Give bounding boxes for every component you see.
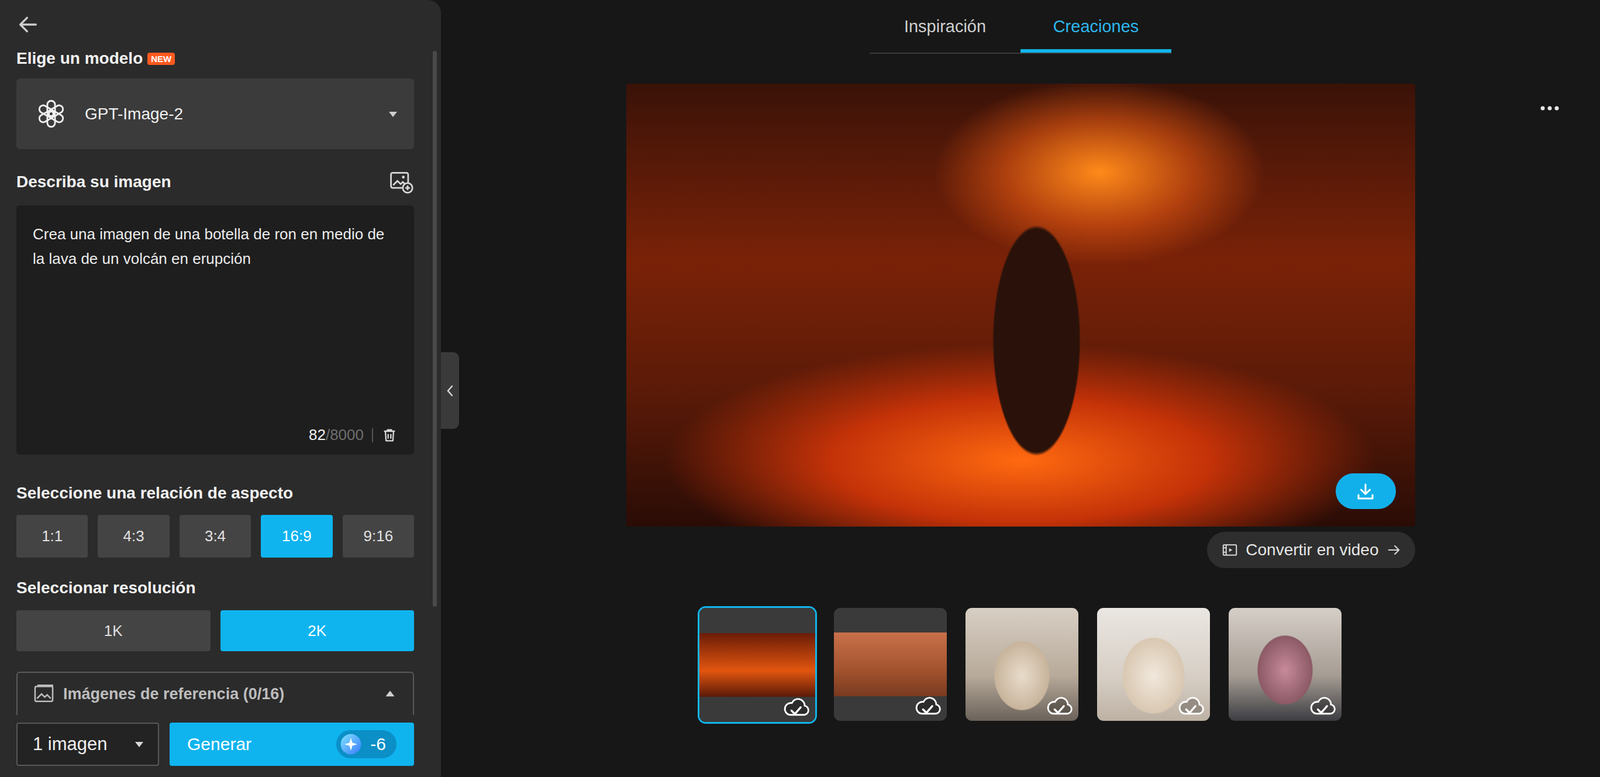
model-label-row: Elige un modelo NEW xyxy=(16,47,415,70)
aspect-option[interactable]: 3:4 xyxy=(179,514,251,558)
video-icon xyxy=(1221,540,1239,559)
generate-label: Generar xyxy=(187,733,252,754)
aspect-option[interactable]: 4:3 xyxy=(97,514,170,558)
resolution-option-label: 2K xyxy=(307,621,327,640)
aspect-label: Seleccione una relación de aspecto xyxy=(16,483,293,503)
generate-footer: 1 imagen Generar -6 xyxy=(0,714,441,777)
header-row xyxy=(16,12,415,37)
cloud-check-icon xyxy=(1308,692,1337,716)
resolution-label-row: Seleccionar resolución xyxy=(16,577,415,599)
settings-panel: Elige un modelo NEW GPT-Image-2 Describa su… xyxy=(0,0,441,777)
model-value: GPT-Image-2 xyxy=(84,104,371,124)
aspect-option-label: 4:3 xyxy=(123,526,145,546)
prompt-label-row: Describa su imagen xyxy=(16,171,415,193)
thumbnail[interactable] xyxy=(1226,605,1344,723)
download-button[interactable] xyxy=(1335,473,1396,509)
prompt-text[interactable]: Crea una imagen de una botella de ron en… xyxy=(32,221,398,426)
counter-text: 82/8000 xyxy=(308,425,364,444)
cloud-check-icon xyxy=(1045,692,1074,716)
model-dropdown[interactable]: GPT-Image-2 xyxy=(16,78,415,150)
saved-status xyxy=(1308,692,1337,716)
credit-cost-value: -6 xyxy=(370,733,386,754)
prompt-field[interactable]: Crea una imagen de una botella de ron en… xyxy=(16,205,415,455)
tab-bar: Inspiración Creaciones xyxy=(869,0,1172,54)
settings-scroll: Elige un modelo NEW GPT-Image-2 Describa su… xyxy=(0,0,441,715)
saved-status xyxy=(1177,692,1206,716)
aspect-option[interactable]: 9:16 xyxy=(342,514,415,558)
convert-to-video-label: Convertir en video xyxy=(1245,540,1379,560)
resolution-option[interactable]: 1K xyxy=(16,609,211,651)
image-icon xyxy=(32,682,55,705)
scrollbar-thumb[interactable] xyxy=(432,50,437,607)
thumbnail[interactable] xyxy=(697,605,817,724)
aspect-label-row: Seleccione una relación de aspecto xyxy=(16,482,415,504)
thumbnail-strip xyxy=(697,605,1344,724)
tab-label: Creaciones xyxy=(1053,16,1140,37)
aspect-option-label: 9:16 xyxy=(363,526,394,546)
resolution-options: 1K 2K xyxy=(16,609,415,651)
back-arrow-icon[interactable] xyxy=(16,12,40,37)
reference-images-section[interactable]: Imágenes de referencia (0/16) xyxy=(16,671,415,715)
image-count: 1 imagen xyxy=(32,733,108,755)
aspect-option-label: 3:4 xyxy=(204,526,226,546)
aspect-option[interactable]: 16:9 xyxy=(260,514,333,558)
aspect-options: 1:1 4:3 3:4 16:9 9:16 xyxy=(16,514,415,558)
resolution-option[interactable]: 2K xyxy=(220,609,415,651)
aspect-option[interactable]: 1:1 xyxy=(16,514,88,558)
arrow-right-icon xyxy=(1385,541,1403,558)
collapse-caret-icon[interactable] xyxy=(382,685,398,702)
main-area: Inspiración Creaciones Convertir en video xyxy=(440,0,1600,777)
saved-status xyxy=(782,693,811,717)
saved-status xyxy=(914,692,943,716)
preview: Convertir en video xyxy=(626,83,1416,568)
char-count: 82 xyxy=(308,425,326,444)
cloud-check-icon xyxy=(914,692,943,716)
char-limit: /8000 xyxy=(325,425,364,444)
aspect-option-label: 1:1 xyxy=(41,526,63,546)
credit-star-icon xyxy=(339,732,362,755)
resolution-label: Seleccionar resolución xyxy=(16,578,196,598)
image-count-dropdown[interactable]: 1 imagen xyxy=(16,722,160,766)
credit-cost: -6 xyxy=(336,729,397,758)
more-menu[interactable] xyxy=(1539,99,1561,117)
download-icon xyxy=(1354,480,1377,502)
generated-image xyxy=(626,83,1416,527)
caret-down-icon xyxy=(132,736,147,751)
chevron-left-icon xyxy=(444,382,457,399)
char-counter: 82/8000 xyxy=(32,425,398,444)
resolution-option-label: 1K xyxy=(104,621,123,640)
more-dots-icon xyxy=(1539,99,1561,117)
caret-down-icon xyxy=(385,107,400,122)
openai-logo-icon xyxy=(32,95,70,133)
add-image-icon[interactable] xyxy=(388,169,415,195)
tab[interactable]: Inspiración xyxy=(869,0,1021,53)
collapse-handle[interactable] xyxy=(440,352,460,429)
tab[interactable]: Creaciones xyxy=(1020,0,1172,53)
saved-status xyxy=(1045,692,1074,716)
tab-label: Inspiración xyxy=(904,16,986,37)
new-badge: NEW xyxy=(147,52,175,65)
generate-button[interactable]: Generar -6 xyxy=(169,722,415,766)
cloud-check-icon xyxy=(1177,692,1206,716)
convert-to-video-button[interactable]: Convertir en video xyxy=(1207,531,1415,568)
prompt-label: Describa su imagen xyxy=(16,172,172,192)
cloud-check-icon xyxy=(782,693,811,717)
thumbnail[interactable] xyxy=(963,605,1081,723)
trash-icon[interactable] xyxy=(381,426,398,444)
counter-separator xyxy=(371,428,374,443)
thumbnail[interactable] xyxy=(832,605,949,723)
reference-images-label: Imágenes de referencia (0/16) xyxy=(63,684,375,703)
thumbnail[interactable] xyxy=(1095,605,1212,723)
aspect-option-label: 16:9 xyxy=(281,526,312,546)
model-label: Elige un modelo xyxy=(16,49,143,68)
